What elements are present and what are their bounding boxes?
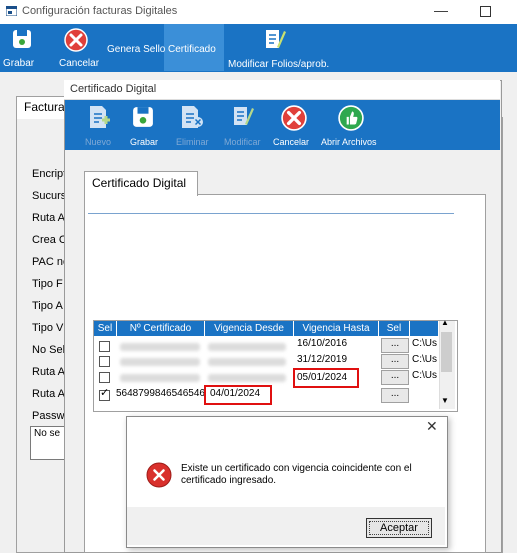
- maximize-icon: [480, 6, 491, 17]
- focus-rect: [369, 521, 429, 535]
- browse-button[interactable]: ...: [381, 388, 409, 403]
- close-icon[interactable]: ✕: [426, 418, 438, 435]
- modificar-folios-button[interactable]: Modificar Folios/aprob.: [228, 26, 338, 70]
- redacted-date: [208, 374, 286, 382]
- divider: [88, 213, 454, 214]
- cert-cancelar-button[interactable]: Cancelar: [272, 104, 316, 148]
- column-header-sel-2[interactable]: Sel: [379, 321, 410, 336]
- certificado-title: Certificado Digital: [70, 83, 157, 95]
- certificado-button[interactable]: Certificado: [168, 44, 216, 55]
- cancel-icon: [281, 105, 307, 131]
- highlight-box: [293, 368, 359, 388]
- scroll-up-icon[interactable]: ▲: [441, 318, 449, 327]
- modificar-folios-label: Modificar Folios/aprob.: [228, 59, 330, 70]
- tab-factura-label: Factura: [24, 100, 65, 114]
- redacted-number: [120, 343, 200, 351]
- tab-certificado-digital-label: Certificado Digital: [92, 176, 187, 190]
- field-label-tipo-f: Tipo F: [32, 278, 63, 290]
- cell-numero: 5648799846546546: [116, 388, 205, 399]
- eliminar-button[interactable]: Eliminar: [174, 104, 214, 148]
- column-header-path: [410, 321, 438, 336]
- save-icon: [133, 107, 153, 127]
- cell-vigencia-hasta: 31/12/2019: [297, 354, 348, 365]
- modificar-button[interactable]: Modificar: [222, 104, 268, 148]
- column-header-numero[interactable]: Nº Certificado: [117, 321, 205, 336]
- browse-button[interactable]: ...: [381, 338, 409, 353]
- field-label-tipo-a: Tipo A: [32, 300, 63, 312]
- cell-vigencia-hasta: 16/10/2016: [297, 338, 348, 349]
- cert-cancelar-label: Cancelar: [273, 137, 310, 147]
- redacted-date: [208, 343, 286, 351]
- field-label-encript: Encript: [32, 168, 67, 180]
- redacted-date: [208, 358, 286, 366]
- row-checkbox[interactable]: [99, 372, 110, 383]
- cert-grabar-label: Grabar: [130, 137, 159, 147]
- column-header-vigencia-hasta[interactable]: Vigencia Hasta: [294, 321, 379, 336]
- column-header-sel[interactable]: Sel: [94, 321, 117, 336]
- redacted-number: [120, 374, 200, 382]
- checkmark-icon: ✓: [100, 387, 110, 399]
- redacted-number: [120, 358, 200, 366]
- field-label-ruta-1: Ruta A: [32, 212, 66, 224]
- scroll-thumb[interactable]: [441, 332, 452, 372]
- browse-button[interactable]: ...: [381, 354, 409, 369]
- cancel-icon: [64, 28, 88, 52]
- new-document-icon: [90, 106, 110, 128]
- edit-document-icon: [266, 30, 286, 48]
- grabar-button[interactable]: Grabar: [3, 26, 40, 70]
- field-label-sucursal: Sucurs: [32, 190, 67, 202]
- delete-document-icon: [182, 106, 203, 128]
- thumbs-up-icon: [338, 105, 364, 131]
- cancelar-label: Cancelar: [59, 58, 100, 69]
- notes-text: No se: [34, 428, 61, 439]
- highlight-box: [204, 385, 272, 405]
- row-checkbox[interactable]: [99, 356, 110, 367]
- error-icon: [146, 462, 172, 488]
- scroll-down-icon[interactable]: ▼: [441, 396, 449, 405]
- field-label-password: Passw: [32, 410, 65, 422]
- app-icon: [6, 6, 17, 16]
- field-label-ruta-3: Ruta A: [32, 388, 66, 400]
- browse-button[interactable]: ...: [381, 370, 409, 385]
- field-label-no-sello: No Sell: [32, 344, 68, 356]
- nuevo-button[interactable]: Nuevo: [84, 104, 118, 148]
- modificar-label: Modificar: [224, 137, 261, 147]
- genera-sello-button[interactable]: Genera Sello: [107, 44, 165, 55]
- cert-grabar-button[interactable]: Grabar: [128, 104, 164, 148]
- abrir-archivos-button[interactable]: Abrir Archivos: [320, 104, 386, 148]
- nuevo-label: Nuevo: [85, 137, 112, 147]
- grabar-label: Grabar: [3, 58, 35, 69]
- field-label-tipo-v: Tipo V: [32, 322, 64, 334]
- field-label-crea: Crea C: [32, 234, 67, 246]
- eliminar-label: Eliminar: [176, 137, 209, 147]
- cancelar-button[interactable]: Cancelar: [42, 26, 102, 70]
- minimize-button[interactable]: —: [426, 1, 456, 21]
- message-text: Existe un certificado con vigencia coinc…: [181, 463, 412, 486]
- field-label-ruta-2: Ruta A: [32, 366, 66, 378]
- cell-path: C:\Us: [412, 370, 437, 381]
- column-header-vigencia-desde[interactable]: Vigencia Desde: [205, 321, 294, 336]
- save-icon: [13, 30, 31, 48]
- window-title: Configuración facturas Digitales: [22, 5, 178, 17]
- abrir-archivos-label: Abrir Archivos: [321, 137, 377, 147]
- edit-document-icon: [234, 107, 254, 125]
- cell-path: C:\Us: [412, 354, 437, 365]
- row-checkbox[interactable]: [99, 341, 110, 352]
- cell-path: C:\Us: [412, 338, 437, 349]
